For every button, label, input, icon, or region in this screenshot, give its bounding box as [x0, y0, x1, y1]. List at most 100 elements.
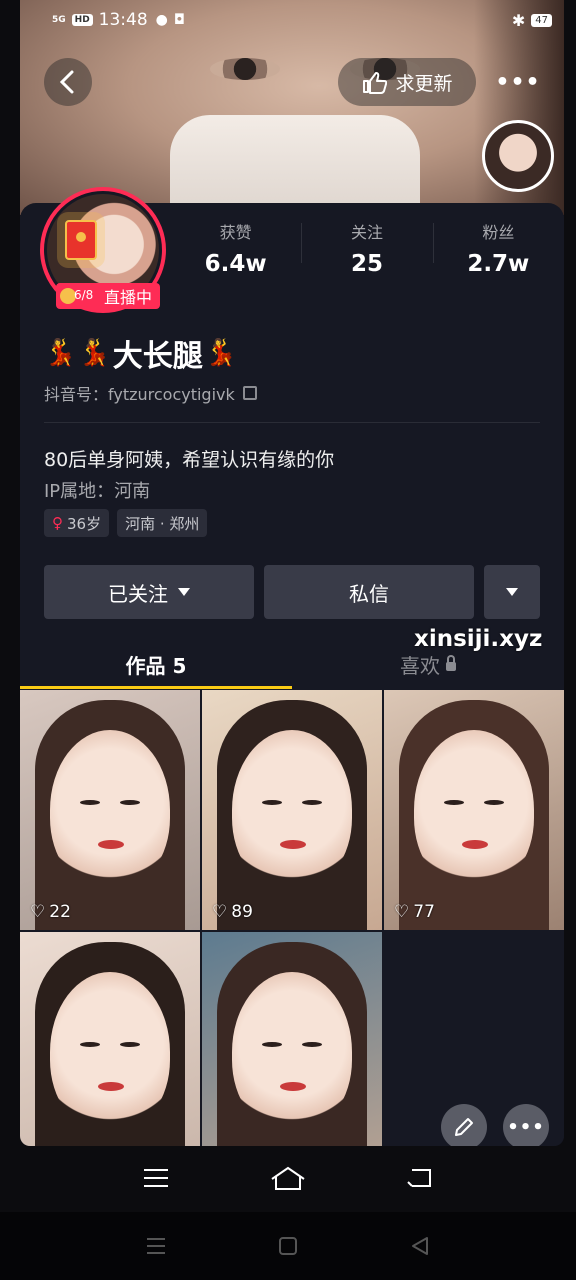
thumbnail-face — [232, 972, 352, 1132]
more-actions-button[interactable]: ••• — [503, 1104, 549, 1146]
dancer-emoji-icon: 💃 — [204, 338, 238, 368]
thumbnail-eye — [120, 800, 140, 805]
profile-tags: ♀ 36岁 河南 · 郑州 — [44, 509, 208, 537]
female-icon: ♀ — [52, 514, 63, 532]
thumbnail-eye — [444, 800, 464, 805]
profile-bio: 80后单身阿姨，希望认识有缘的你 — [44, 449, 335, 471]
like-count-text: 77 — [413, 902, 435, 922]
home-icon[interactable] — [270, 1165, 306, 1191]
caret-down-icon — [506, 588, 518, 596]
profile-screen: 5G HD 13:48 ● ◘ ✱ 47 求更新 ••• 6/8 直播中 获赞 … — [20, 0, 564, 1146]
pencil-icon — [455, 1118, 473, 1136]
heart-icon: ♡ — [212, 902, 228, 922]
thumbnail-eye — [80, 1042, 100, 1047]
tab-likes-label: 喜欢 — [400, 653, 440, 678]
more-dots-icon: ••• — [495, 69, 541, 95]
like-count-text: 22 — [49, 902, 71, 922]
thumbnail-eye — [120, 1042, 140, 1047]
like-count-text: 89 — [231, 902, 253, 922]
message-button-label: 私信 — [349, 581, 389, 606]
like-count: ♡ 22 — [30, 902, 71, 922]
live-counter: 6/8 — [74, 288, 94, 302]
live-badge[interactable]: 6/8 直播中 — [56, 283, 161, 309]
stat-value: 2.7w — [467, 251, 530, 277]
video-thumbnail[interactable]: ♡ 77 — [384, 690, 564, 930]
thumbnail-face — [50, 730, 170, 890]
action-buttons: 已关注 私信 — [44, 565, 540, 619]
request-update-label: 求更新 — [395, 72, 453, 95]
back-nav-icon[interactable] — [406, 1167, 434, 1189]
menu-icon[interactable] — [142, 1167, 170, 1189]
profile-name: 💃 💃 大长腿 💃 — [44, 331, 237, 375]
edit-button[interactable] — [441, 1104, 487, 1146]
thumbnail-face — [232, 730, 352, 890]
heart-icon: ♡ — [30, 902, 46, 922]
stat-following[interactable]: 关注 25 — [301, 203, 432, 293]
video-thumbnail[interactable]: ♡ 89 — [202, 690, 382, 930]
video-thumbnail[interactable]: ♡ 22 — [20, 690, 200, 930]
profile-card: 6/8 直播中 获赞 6.4w 关注 25 粉丝 2.7w 💃 💃 大长腿 💃 — [20, 187, 564, 683]
thumbnail-lips — [280, 1082, 306, 1091]
dancer-emoji-icon: 💃 — [78, 338, 111, 368]
stat-followers[interactable]: 粉丝 2.7w — [432, 203, 564, 293]
thumbnail-lips — [280, 840, 306, 849]
pointing-hand-icon — [363, 72, 388, 94]
expand-button[interactable] — [484, 565, 540, 619]
secondary-avatar[interactable] — [482, 120, 554, 192]
back-button[interactable] — [44, 58, 92, 106]
status-time: 13:48 — [98, 10, 148, 30]
age-tag: ♀ 36岁 — [44, 509, 110, 537]
ip-location: IP属地：河南 — [44, 481, 151, 502]
caret-down-icon — [178, 588, 190, 596]
copy-icon[interactable] — [242, 386, 257, 400]
wechat-icon: ● — [155, 12, 168, 28]
thumbnail-eye — [262, 1042, 282, 1047]
bluetooth-icon: ✱ — [511, 10, 526, 30]
stat-likes[interactable]: 获赞 6.4w — [170, 203, 301, 293]
stat-label: 关注 — [350, 223, 383, 242]
more-dots-icon: ••• — [507, 1116, 545, 1138]
cover-face-mask — [170, 115, 420, 215]
request-update-button[interactable]: 求更新 — [338, 58, 476, 106]
following-button-label: 已关注 — [108, 581, 168, 606]
system-navigation-bar — [0, 1212, 576, 1280]
thumbnail-eye — [262, 800, 282, 805]
divider — [44, 422, 540, 423]
profile-name-text: 大长腿 — [112, 339, 203, 374]
lock-icon — [446, 654, 456, 671]
dancer-emoji-icon: 💃 — [44, 338, 77, 368]
app-navigation-bar — [0, 1146, 576, 1210]
video-thumbnail[interactable] — [202, 932, 382, 1146]
thumbnail-lips — [462, 840, 488, 849]
thumbnail-eye — [80, 800, 100, 805]
stat-value: 25 — [350, 251, 383, 277]
video-thumbnail[interactable] — [20, 932, 200, 1146]
more-options-button[interactable]: ••• — [495, 60, 541, 104]
home-square-icon[interactable] — [277, 1235, 299, 1257]
douyin-id-text: 抖音号：fytzurcocytigivk — [44, 385, 235, 404]
stat-label: 粉丝 — [482, 223, 515, 242]
red-packet-icon[interactable] — [65, 220, 97, 260]
thumbnail-lips — [98, 840, 124, 849]
tab-works[interactable]: 作品 5 — [20, 640, 292, 689]
profile-stats: 获赞 6.4w 关注 25 粉丝 2.7w — [170, 203, 564, 293]
location-tag: 河南 · 郑州 — [117, 509, 208, 537]
message-button[interactable]: 私信 — [264, 565, 474, 619]
recents-icon[interactable] — [145, 1235, 167, 1257]
stat-label: 获赞 — [219, 223, 252, 242]
video-grid: ♡ 22 ♡ 89 ♡ 77 — [20, 690, 564, 1146]
douyin-id: 抖音号：fytzurcocytigivk — [44, 381, 257, 405]
following-button[interactable]: 已关注 — [44, 565, 254, 619]
thumbnail-eye — [302, 1042, 322, 1047]
hd-badge: HD — [71, 14, 93, 26]
thumbnail-eye — [484, 800, 504, 805]
age-tag-text: 36岁 — [67, 514, 102, 533]
location-tag-text: 河南 · 郑州 — [125, 514, 200, 533]
watermark: xinsiji.xyz — [414, 626, 543, 652]
chevron-left-icon — [59, 70, 74, 94]
back-triangle-icon[interactable] — [409, 1235, 431, 1257]
thumbnail-eye — [302, 800, 322, 805]
tab-works-label: 作品 5 — [125, 653, 187, 678]
battery-icon: 47 — [531, 13, 552, 27]
like-count: ♡ 89 — [212, 902, 253, 922]
